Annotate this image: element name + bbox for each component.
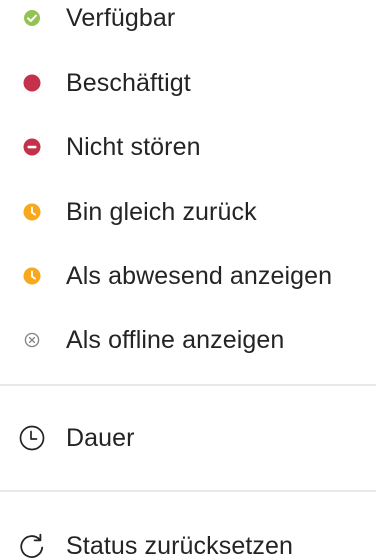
available-check-icon [22,8,42,28]
reset-status-item[interactable]: Status zurücksetzen [0,522,376,560]
duration-label: Dauer [66,424,135,452]
status-away-item[interactable]: Als abwesend anzeigen [0,252,376,300]
away-clock-icon [22,266,42,286]
presence-status-menu: Verfügbar Beschäftigt Nicht stören Bin g… [0,0,376,560]
status-do-not-disturb-item[interactable]: Nicht stören [0,123,376,171]
status-be-right-back-item[interactable]: Bin gleich zurück [0,188,376,236]
status-do-not-disturb-label: Nicht stören [66,133,201,161]
reset-status-label: Status zurücksetzen [66,532,294,560]
clock-outline-icon [18,424,46,452]
status-available-item[interactable]: Verfügbar [0,0,376,42]
status-busy-label: Beschäftigt [66,69,191,97]
status-be-right-back-label: Bin gleich zurück [66,198,257,226]
menu-divider [0,384,376,386]
offline-x-icon [23,331,41,349]
do-not-disturb-icon [22,137,42,157]
status-busy-item[interactable]: Beschäftigt [0,59,376,107]
duration-item[interactable]: Dauer [0,414,376,462]
busy-dot-icon [22,73,42,93]
status-available-label: Verfügbar [66,4,176,32]
status-offline-label: Als offline anzeigen [66,326,285,354]
menu-divider [0,490,376,492]
be-right-back-clock-icon [22,202,42,222]
refresh-icon [17,531,47,560]
status-away-label: Als abwesend anzeigen [66,262,333,290]
status-offline-item[interactable]: Als offline anzeigen [0,316,376,364]
